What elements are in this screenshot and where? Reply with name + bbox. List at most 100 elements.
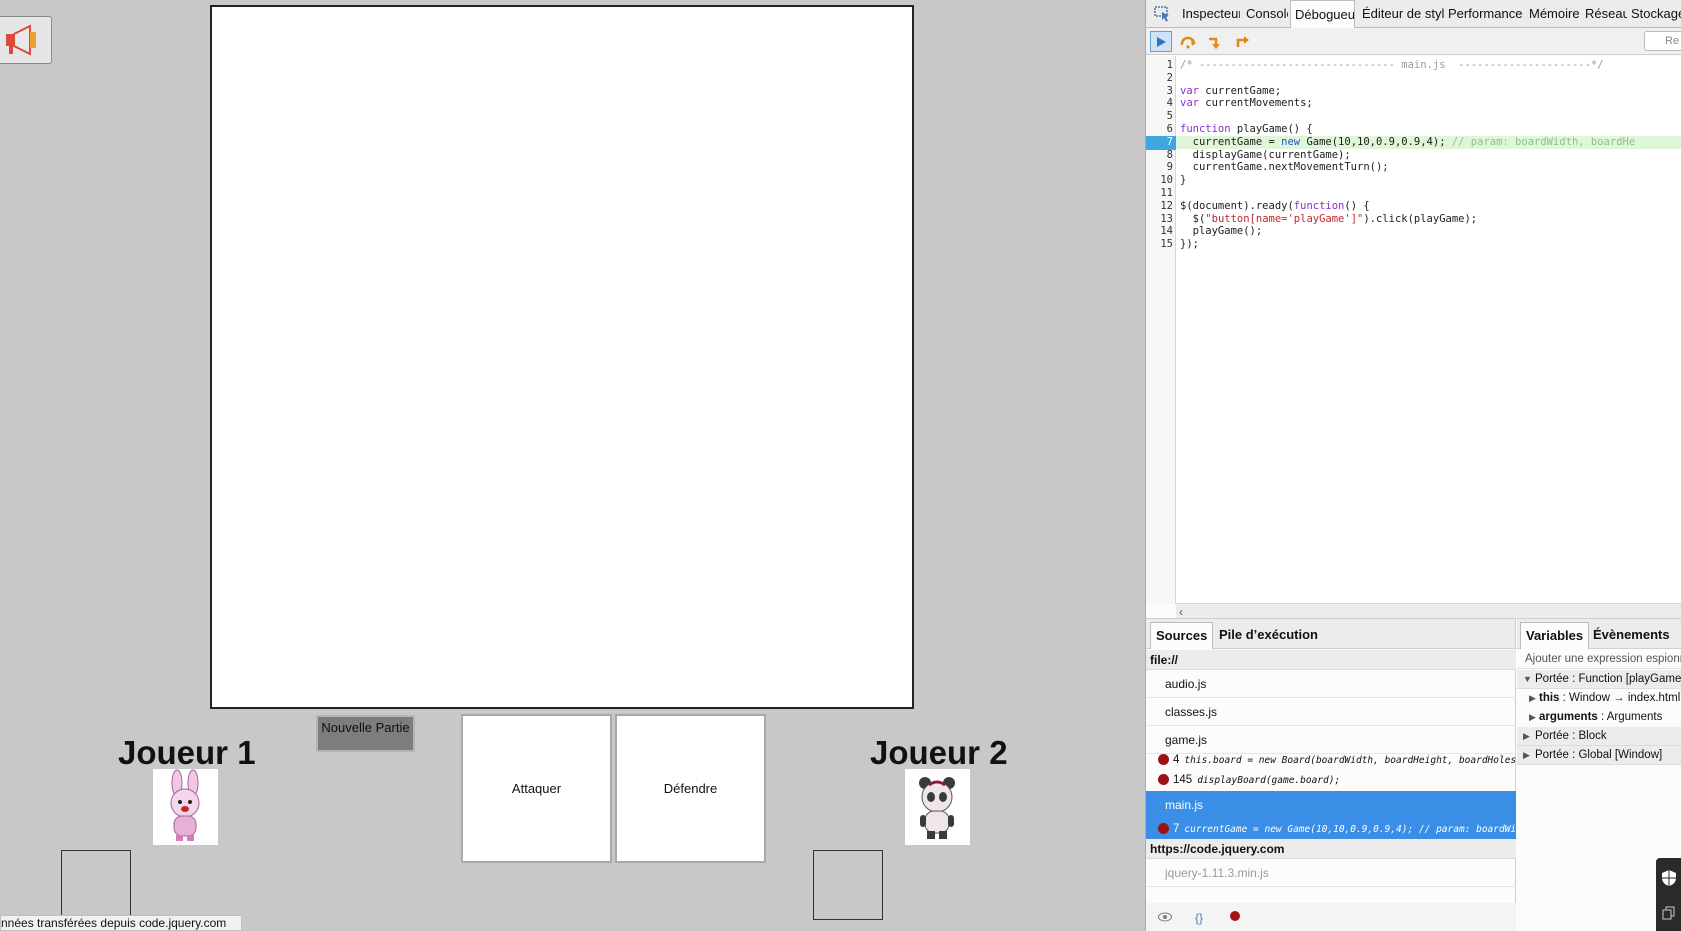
tab-debugger[interactable]: Débogueur: [1290, 0, 1355, 29]
var-this-value: : Window → index.html: [1562, 692, 1681, 704]
line-number[interactable]: 5: [1146, 110, 1173, 124]
var-this[interactable]: ▶ this : Window → index.html: [1517, 689, 1681, 708]
line-number[interactable]: 3: [1146, 85, 1173, 99]
var-this-key: this: [1539, 692, 1560, 704]
tab-inspector[interactable]: Inspecteur: [1182, 0, 1240, 28]
breakpoint-circle-icon: [1230, 911, 1240, 921]
tab-console[interactable]: Console: [1246, 0, 1288, 28]
tab-events[interactable]: Évènements: [1593, 622, 1670, 649]
tab-performance[interactable]: Performance: [1448, 0, 1524, 28]
code-editor[interactable]: 1 /* ------------------------------- main…: [1146, 56, 1681, 620]
pretty-print-button[interactable]: {}: [1190, 909, 1208, 927]
tab-call-stack[interactable]: Pile d’exécution: [1219, 622, 1318, 649]
step-out-button[interactable]: [1232, 31, 1254, 52]
source-file-jquery[interactable]: jquery-1.11.3.min.js: [1146, 859, 1516, 887]
code-line[interactable]: 8 displayGame(currentGame);: [1146, 149, 1681, 163]
attack-button[interactable]: Attaquer: [461, 714, 612, 863]
resume-button[interactable]: [1150, 31, 1172, 52]
source-group-jquery[interactable]: https://code.jquery.com: [1146, 839, 1516, 859]
code-text: var currentMovements;: [1180, 97, 1313, 110]
breakpoint-dot-icon[interactable]: [1158, 754, 1169, 765]
code-text: displayGame(currentGame);: [1180, 148, 1351, 161]
bunny-character-icon: [170, 769, 200, 841]
watch-expression-input[interactable]: Ajouter une expression espionnée: [1517, 649, 1681, 669]
breakpoint-dot-icon[interactable]: [1158, 774, 1169, 785]
code-line[interactable]: 12 $(document).ready(function() {: [1146, 200, 1681, 214]
tab-storage[interactable]: Stockage: [1631, 0, 1681, 28]
code-line[interactable]: 14 playGame();: [1146, 225, 1681, 239]
expanded-triangle-icon: ▼: [1523, 674, 1532, 684]
code-line[interactable]: 4 var currentMovements;: [1146, 97, 1681, 111]
sources-footer: {}: [1146, 903, 1516, 931]
code-text: currentGame.nextMovementTurn();: [1180, 161, 1389, 174]
eye-icon: [1158, 912, 1172, 922]
element-picker-button[interactable]: [1152, 4, 1174, 24]
code-text: $("button[name='playGame']").click(playG…: [1180, 212, 1478, 225]
tab-variables[interactable]: Variables: [1520, 622, 1590, 649]
blackbox-eye-button[interactable]: [1156, 909, 1174, 927]
line-number[interactable]: 9: [1146, 161, 1173, 175]
code-line[interactable]: 11: [1146, 187, 1681, 201]
code-line[interactable]: 2: [1146, 72, 1681, 86]
line-number[interactable]: 1: [1146, 59, 1173, 73]
code-line[interactable]: 9 currentGame.nextMovementTurn();: [1146, 161, 1681, 175]
line-number[interactable]: 2: [1146, 72, 1173, 86]
step-out-icon: [1236, 35, 1249, 47]
scope-function[interactable]: ▼ Portée : Function [playGame]: [1517, 670, 1681, 689]
shield-icon: [1662, 870, 1676, 886]
source-group-file[interactable]: file://: [1146, 650, 1516, 670]
line-number[interactable]: 14: [1146, 225, 1173, 239]
element-picker-icon: [1154, 6, 1169, 22]
sources-tab-bar: Sources Pile d’exécution: [1146, 619, 1515, 649]
defend-button[interactable]: Défendre: [615, 714, 766, 863]
source-file-main[interactable]: main.js: [1146, 791, 1516, 819]
side-widget-button[interactable]: [1656, 858, 1681, 931]
line-number[interactable]: 15: [1146, 238, 1173, 252]
code-line[interactable]: 15});: [1146, 238, 1681, 252]
debugger-bottom-pane: Sources Pile d’exécution file:// audio.j…: [1146, 618, 1681, 931]
scope-block[interactable]: ▶ Portée : Block: [1517, 727, 1681, 746]
line-number[interactable]: 7: [1146, 135, 1176, 150]
search-input[interactable]: Re: [1644, 31, 1681, 51]
code-line[interactable]: 13 $("button[name='playGame']").click(pl…: [1146, 213, 1681, 227]
collapsed-triangle-icon: ▶: [1523, 750, 1530, 760]
step-in-button[interactable]: [1204, 31, 1226, 52]
code-line[interactable]: 6 function playGame() {: [1146, 123, 1681, 137]
line-number[interactable]: 12: [1146, 200, 1173, 214]
line-number[interactable]: 6: [1146, 123, 1173, 137]
tab-memory[interactable]: Mémoire: [1529, 0, 1581, 28]
code-line[interactable]: 10}: [1146, 174, 1681, 188]
breakpoint-item[interactable]: 4 this.board = new Board(boardWidth, boar…: [1146, 750, 1516, 770]
line-number[interactable]: 8: [1146, 149, 1173, 163]
code-line[interactable]: 5: [1146, 110, 1681, 124]
step-in-icon: [1209, 37, 1220, 49]
source-file-audio[interactable]: audio.js: [1146, 670, 1516, 698]
line-number[interactable]: 13: [1146, 213, 1173, 227]
breakpoint-line: 7: [1173, 823, 1180, 835]
tab-sources[interactable]: Sources: [1150, 622, 1214, 649]
breakpoint-item[interactable]: 7 currentGame = new Game(10,10,0.9,0.9,4)…: [1146, 819, 1516, 839]
code-line[interactable]: 3 var currentGame;: [1146, 85, 1681, 99]
line-number[interactable]: 10: [1146, 174, 1173, 188]
code-line[interactable]: 1 /* ------------------------------- main…: [1146, 59, 1681, 73]
step-over-button[interactable]: [1177, 31, 1199, 52]
sound-toggle-button[interactable]: [0, 16, 52, 64]
breakpoint-item[interactable]: 145 displayBoard(game.board);: [1146, 770, 1516, 790]
code-line-paused[interactable]: 7 currentGame = new Game(10,10,0.9,0.9,4…: [1146, 135, 1681, 150]
tab-style-editor[interactable]: Éditeur de style: [1362, 0, 1444, 28]
code-text: var currentGame;: [1180, 84, 1282, 97]
code-text: });: [1180, 238, 1199, 251]
breakpoint-line: 145: [1173, 774, 1193, 786]
line-number[interactable]: 4: [1146, 97, 1173, 111]
line-number[interactable]: 11: [1146, 187, 1173, 201]
var-arguments[interactable]: ▶ arguments : Arguments: [1517, 708, 1681, 727]
scope-global[interactable]: ▶ Portée : Global [Window]: [1517, 746, 1681, 765]
game-board[interactable]: [210, 5, 914, 709]
breakpoint-dot-icon[interactable]: [1158, 823, 1169, 834]
toggle-breakpoints-button[interactable]: [1226, 909, 1244, 927]
devtools-panel: Inspecteur Console Débogueur Éditeur de …: [1145, 0, 1681, 931]
source-file-classes[interactable]: classes.js: [1146, 698, 1516, 726]
var-arguments-value: : Arguments: [1601, 711, 1663, 723]
tab-network[interactable]: Réseau: [1585, 0, 1627, 28]
new-game-button[interactable]: Nouvelle Partie: [316, 715, 415, 752]
